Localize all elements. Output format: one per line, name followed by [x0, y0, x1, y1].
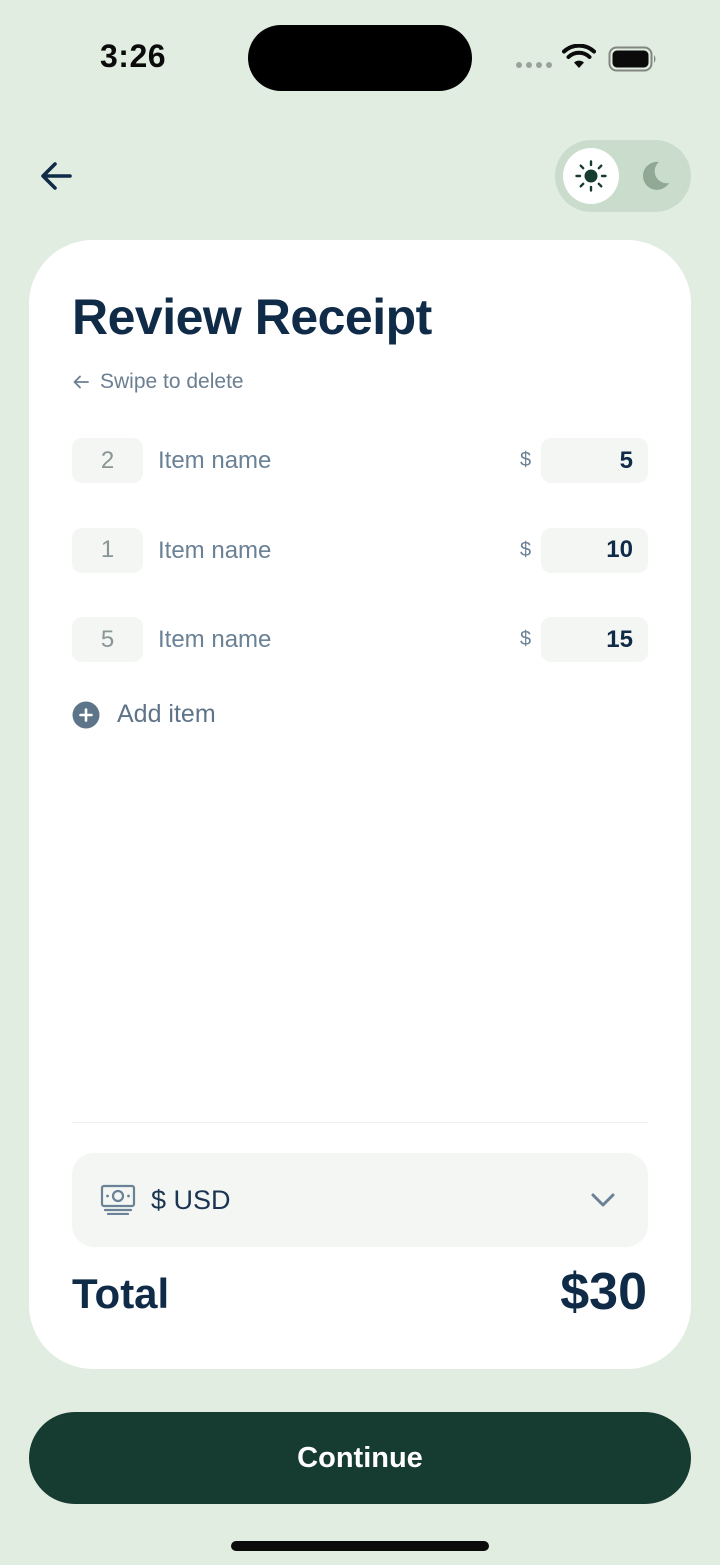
currency-select[interactable]: $ USD [72, 1153, 648, 1247]
page-title: Review Receipt [72, 289, 432, 345]
receipt-review-screen: 3:26 Review Receipt Swipe to delete 2 It… [0, 0, 720, 1565]
list-item[interactable]: 2 Item name $ 5 [72, 438, 648, 484]
light-mode-option[interactable] [563, 148, 619, 204]
list-item[interactable]: 5 Item name $ 15 [72, 617, 648, 663]
arrow-left-small-icon [73, 375, 89, 389]
swipe-hint: Swipe to delete [72, 370, 244, 394]
moon-icon [642, 161, 669, 190]
price-field[interactable]: 10 [541, 527, 648, 573]
add-item-label: Add item [117, 700, 216, 728]
price-field[interactable]: 5 [541, 438, 648, 483]
battery-icon [608, 46, 656, 72]
swipe-hint-text: Swipe to delete [100, 370, 244, 393]
status-time: 3:26 [100, 38, 167, 74]
item-name-field[interactable]: Item name [158, 438, 271, 483]
item-list: 2 Item name $ 5 1 Item name $ 10 5 Item … [72, 438, 648, 707]
currency-sign: $ [520, 449, 532, 471]
item-name-field[interactable]: Item name [158, 617, 271, 662]
sun-icon [575, 160, 607, 192]
currency-sign: $ [520, 538, 532, 561]
currency-value: $ USD [151, 1185, 231, 1215]
currency-sign: $ [520, 628, 532, 650]
add-item-button[interactable]: Add item [72, 700, 216, 729]
total-label: Total [72, 1270, 170, 1317]
home-indicator[interactable] [231, 1541, 489, 1551]
quantity-field[interactable]: 2 [72, 438, 143, 483]
chevron-down-icon [591, 1193, 615, 1207]
plus-circle-icon [72, 701, 100, 728]
dark-mode-option[interactable] [627, 148, 683, 204]
item-name-field[interactable]: Item name [158, 528, 271, 573]
total-value: $30 [560, 1263, 647, 1321]
continue-button[interactable]: Continue [29, 1412, 691, 1504]
receipt-card: Review Receipt Swipe to delete 2 Item na… [29, 240, 691, 1369]
signal-dots-icon [516, 62, 552, 68]
arrow-left-icon [41, 162, 72, 190]
quantity-field[interactable]: 5 [72, 617, 143, 662]
dynamic-island [248, 25, 472, 91]
money-icon [100, 1184, 136, 1215]
divider [72, 1122, 648, 1123]
back-button[interactable] [36, 154, 80, 198]
theme-toggle[interactable] [555, 140, 691, 212]
wifi-icon [562, 44, 596, 68]
price-field[interactable]: 15 [541, 617, 648, 662]
list-item[interactable]: 1 Item name $ 10 [72, 527, 648, 574]
quantity-field[interactable]: 1 [72, 527, 143, 573]
